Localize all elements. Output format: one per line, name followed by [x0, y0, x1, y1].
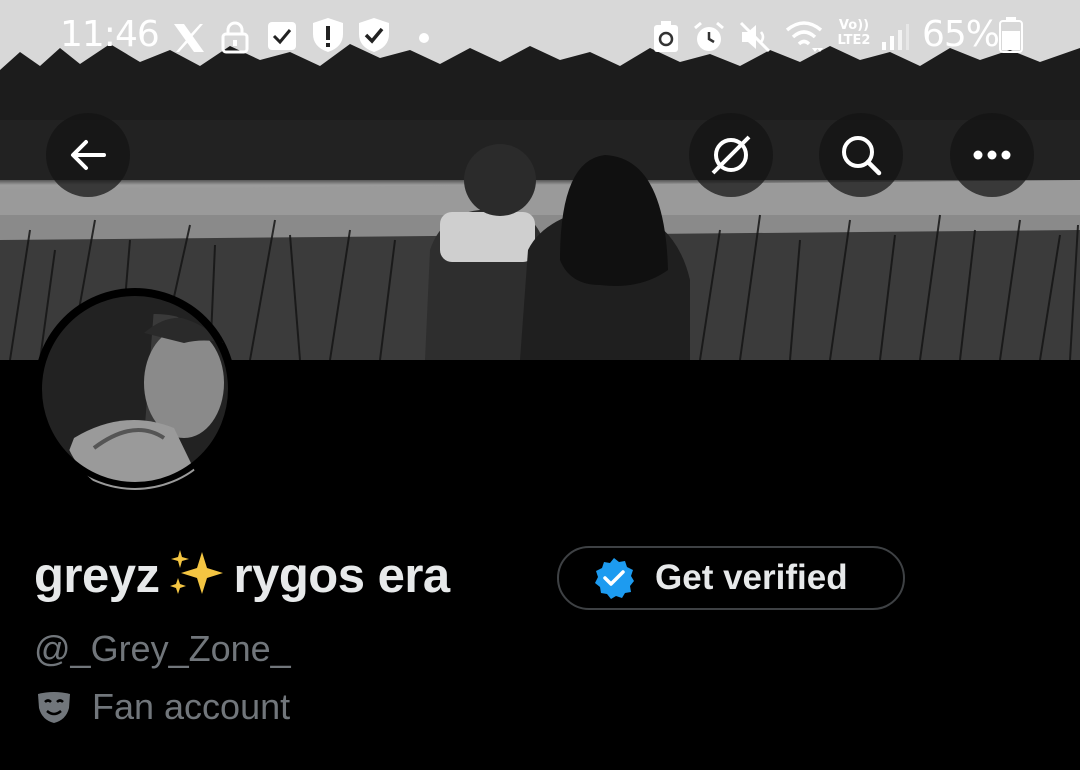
search-icon	[842, 136, 882, 176]
get-verified-label: Get verified	[655, 558, 848, 597]
search-button[interactable]	[819, 113, 903, 197]
x-logo-icon	[174, 24, 204, 52]
grok-button[interactable]	[689, 113, 773, 197]
sparkles-icon	[169, 550, 223, 594]
category-label: Fan account	[92, 686, 291, 727]
arrow-left-icon	[71, 140, 106, 170]
user-handle: @_Grey_Zone_	[34, 628, 291, 669]
back-button[interactable]	[46, 113, 130, 197]
grok-icon	[711, 135, 751, 175]
battery-icon	[999, 17, 1023, 53]
display-name-part1: greyz	[34, 549, 160, 603]
display-name: greyz rygos era	[34, 548, 450, 604]
profile-category: Fan account	[36, 686, 290, 728]
checkbox-notification-icon	[268, 22, 296, 50]
avatar-photo	[34, 288, 236, 490]
alarm-icon	[694, 21, 724, 51]
wifi-icon	[785, 21, 823, 52]
more-horizontal-icon	[973, 150, 1011, 160]
network-type-label: Vo)) LTE2	[837, 18, 871, 48]
more-options-button[interactable]	[950, 113, 1034, 197]
get-verified-button[interactable]: Get verified	[557, 546, 905, 610]
mute-icon	[739, 21, 771, 53]
battery-saver-icon	[654, 21, 678, 52]
display-name-part2: rygos era	[233, 549, 451, 603]
battery-percentage: 65%	[922, 14, 1000, 55]
theater-masks-icon	[38, 692, 70, 723]
lock-icon	[221, 21, 249, 54]
shield-alert-icon	[313, 18, 343, 52]
shield-check-icon	[359, 18, 389, 52]
status-time: 11:46	[60, 14, 160, 55]
profile-avatar[interactable]	[34, 288, 236, 490]
status-bar: 11:46 Vo)) LTE2 65%	[0, 0, 1080, 76]
verified-badge-icon	[595, 558, 634, 599]
signal-bars-icon	[882, 24, 909, 50]
notification-dot-icon	[419, 33, 429, 43]
